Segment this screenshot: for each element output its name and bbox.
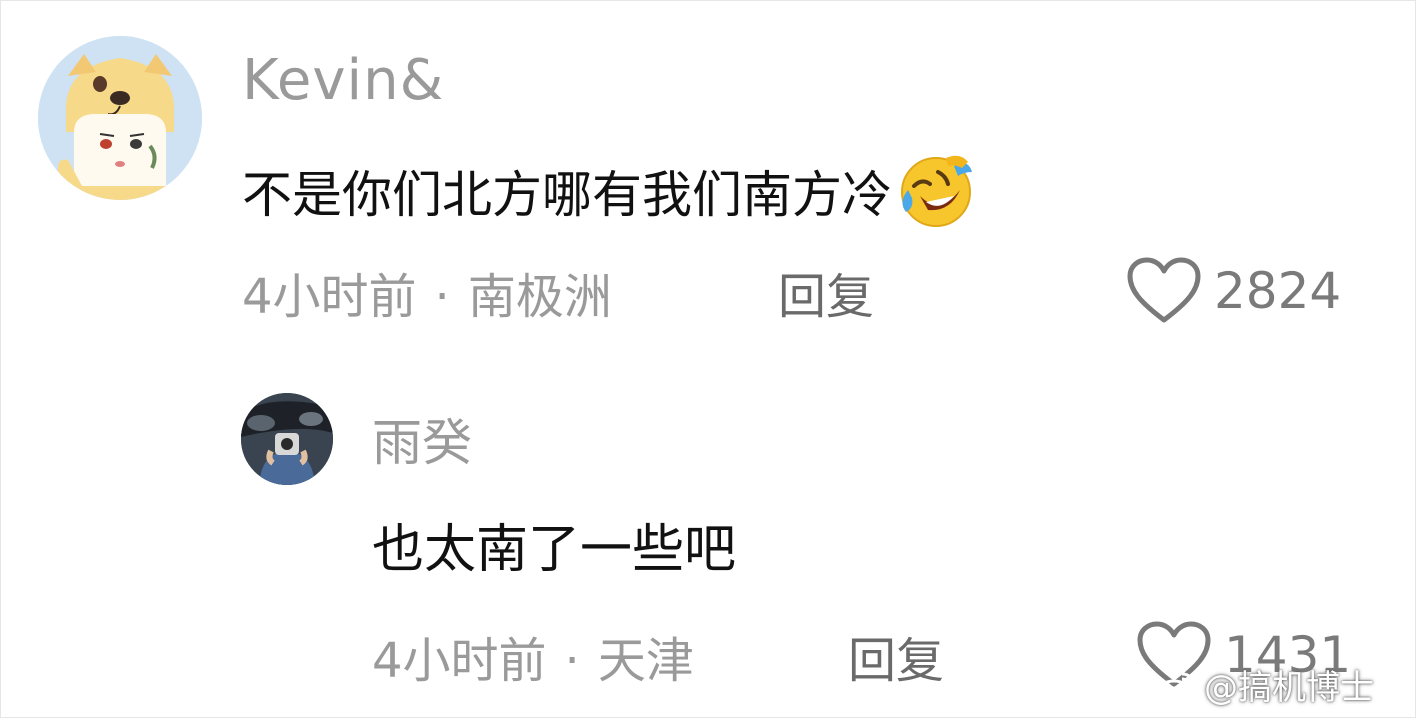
- username[interactable]: Kevin&: [242, 48, 444, 114]
- dog-hat-avatar-illustration: [38, 36, 202, 200]
- meta-separator: ·: [434, 269, 450, 325]
- comment-body: 不是你们北方哪有我们南方冷: [242, 166, 892, 224]
- watermark-text: @搞机博士: [1204, 668, 1374, 708]
- avatar[interactable]: [38, 36, 202, 200]
- comment-meta: 4小时前 · 南极洲: [242, 262, 612, 332]
- comment-time: 4小时前: [372, 633, 547, 689]
- weibo-icon: [1156, 672, 1194, 705]
- camera-photo-avatar: [241, 393, 333, 485]
- comment-location: 天津: [597, 633, 694, 689]
- heart-icon[interactable]: [1126, 256, 1202, 326]
- watermark: @搞机博士: [1154, 666, 1374, 710]
- comment-time: 4小时前: [242, 269, 417, 325]
- comment-meta: 4小时前 · 天津: [372, 626, 694, 696]
- like-count: 2824: [1214, 262, 1342, 320]
- comment-text: 也太南了一些吧: [372, 520, 737, 580]
- comment-location: 南极洲: [467, 269, 612, 325]
- comment-text: 不是你们北方哪有我们南方冷: [242, 150, 974, 230]
- reply-button[interactable]: 回复: [848, 626, 944, 696]
- avatar[interactable]: [241, 393, 333, 485]
- like-button[interactable]: 2824: [1126, 256, 1341, 326]
- username[interactable]: 雨癸: [372, 408, 472, 478]
- reply-button[interactable]: 回复: [778, 262, 874, 332]
- meta-separator: ·: [564, 633, 580, 689]
- screenshot-frame: [0, 0, 1416, 718]
- rolling-on-floor-laughing-emoji: [901, 155, 972, 227]
